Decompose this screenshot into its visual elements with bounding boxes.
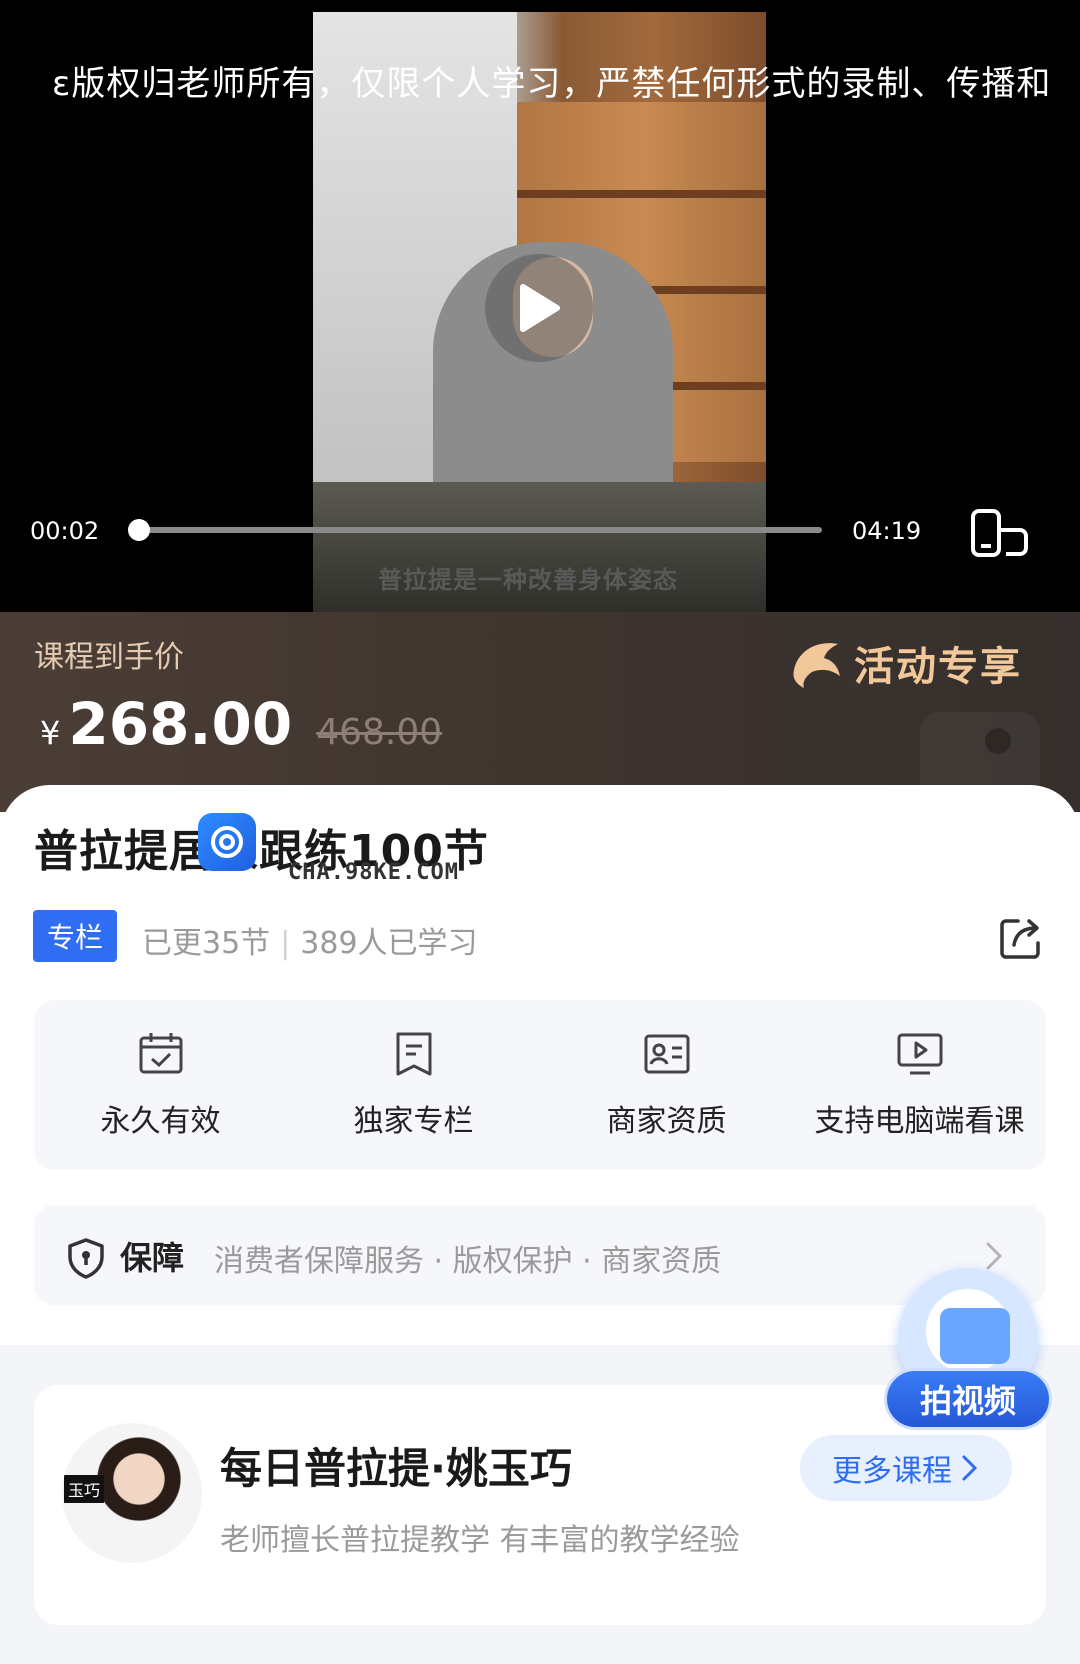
play-icon	[520, 284, 560, 332]
feature-item-qualification: 商家资质	[540, 1000, 793, 1170]
video-player[interactable]: ɛ版权归老师所有，仅限个人学习，严禁任何形式的录制、传播和 普拉提是一种改善身体…	[0, 0, 1080, 612]
price-current: 268.00	[68, 690, 293, 758]
course-card: 普拉提居家跟练100节 CHA.98KE.COM 专栏 已更35节 | 389人已学…	[0, 785, 1080, 1345]
more-courses-label: 更多课程	[832, 1454, 952, 1489]
shield-icon	[68, 1238, 104, 1279]
watermark-logo-icon	[198, 813, 256, 871]
price-banner: 课程到手价 ¥ 268.00 468.00 活动专享	[0, 612, 1080, 812]
monitor-play-icon	[897, 1033, 942, 1075]
feature-list: 永久有效 独家专栏 商家资质 支持电脑端看课	[34, 1000, 1046, 1170]
feature-label: 独家专栏	[353, 1104, 474, 1139]
chevron-right-icon	[986, 1242, 1003, 1270]
progress-thumb[interactable]	[127, 519, 150, 541]
video-watermark: ɛ版权归老师所有，仅限个人学习，严禁任何形式的录制、传播和	[52, 64, 1052, 104]
guarantee-title: 保障	[120, 1239, 185, 1277]
course-meta: 已更35节 | 389人已学习	[142, 918, 478, 962]
watermark-text: CHA.98KE.COM	[288, 860, 459, 885]
feature-label: 商家资质	[606, 1104, 727, 1139]
learner-count: 389人已学习	[300, 926, 478, 961]
shoot-video-button[interactable]: 拍视频	[884, 1268, 1052, 1448]
shoot-video-label: 拍视频	[884, 1368, 1052, 1430]
activity-label: 活动专享	[854, 644, 1022, 690]
progress-bar[interactable]	[127, 519, 822, 541]
rotate-screen-icon	[971, 509, 1028, 557]
camera-bag-icon	[940, 1308, 1010, 1364]
chevron-right-icon	[962, 1455, 978, 1481]
video-subtitle: 普拉提是一种改善身体姿态	[378, 566, 678, 594]
price-currency: ¥	[40, 714, 61, 752]
price-original: 468.00	[316, 712, 443, 753]
bookmark-doc-icon	[396, 1032, 431, 1076]
meta-separator: |	[280, 926, 291, 961]
activity-badge: 活动专享	[788, 634, 1022, 692]
feature-item-exclusive: 独家专栏	[287, 1000, 540, 1170]
dolphin-logo-icon	[793, 643, 840, 688]
total-time: 04:19	[852, 517, 922, 545]
id-card-icon	[644, 1034, 689, 1074]
feature-label: 永久有效	[100, 1104, 221, 1139]
teacher-avatar[interactable]: 玉巧	[62, 1423, 202, 1563]
updated-count: 已更35节	[142, 926, 271, 961]
feature-item-pc: 支持电脑端看课	[793, 1000, 1046, 1170]
feature-label: 支持电脑端看课	[814, 1104, 1025, 1139]
teacher-description: 老师擅长普拉提教学 有丰富的教学经验	[220, 1523, 740, 1558]
calendar-check-icon	[139, 1033, 182, 1074]
price-label: 课程到手价	[34, 640, 184, 675]
current-time: 00:02	[30, 517, 100, 545]
avatar-tag: 玉巧	[64, 1475, 105, 1503]
price-row: ¥ 268.00 468.00	[40, 690, 442, 758]
teacher-name: 每日普拉提·姚玉巧	[220, 1444, 572, 1493]
banner-dot	[985, 728, 1011, 754]
share-button[interactable]	[998, 915, 1044, 961]
play-button[interactable]	[485, 254, 593, 362]
watermark-swirl-icon	[211, 826, 243, 858]
rotate-screen-button[interactable]	[970, 508, 1030, 558]
column-badge: 专栏	[33, 910, 117, 962]
share-icon	[1000, 919, 1040, 959]
feature-item-permanent: 永久有效	[34, 1000, 287, 1170]
guarantee-text: 消费者保障服务 · 版权保护 · 商家资质	[214, 1244, 722, 1279]
